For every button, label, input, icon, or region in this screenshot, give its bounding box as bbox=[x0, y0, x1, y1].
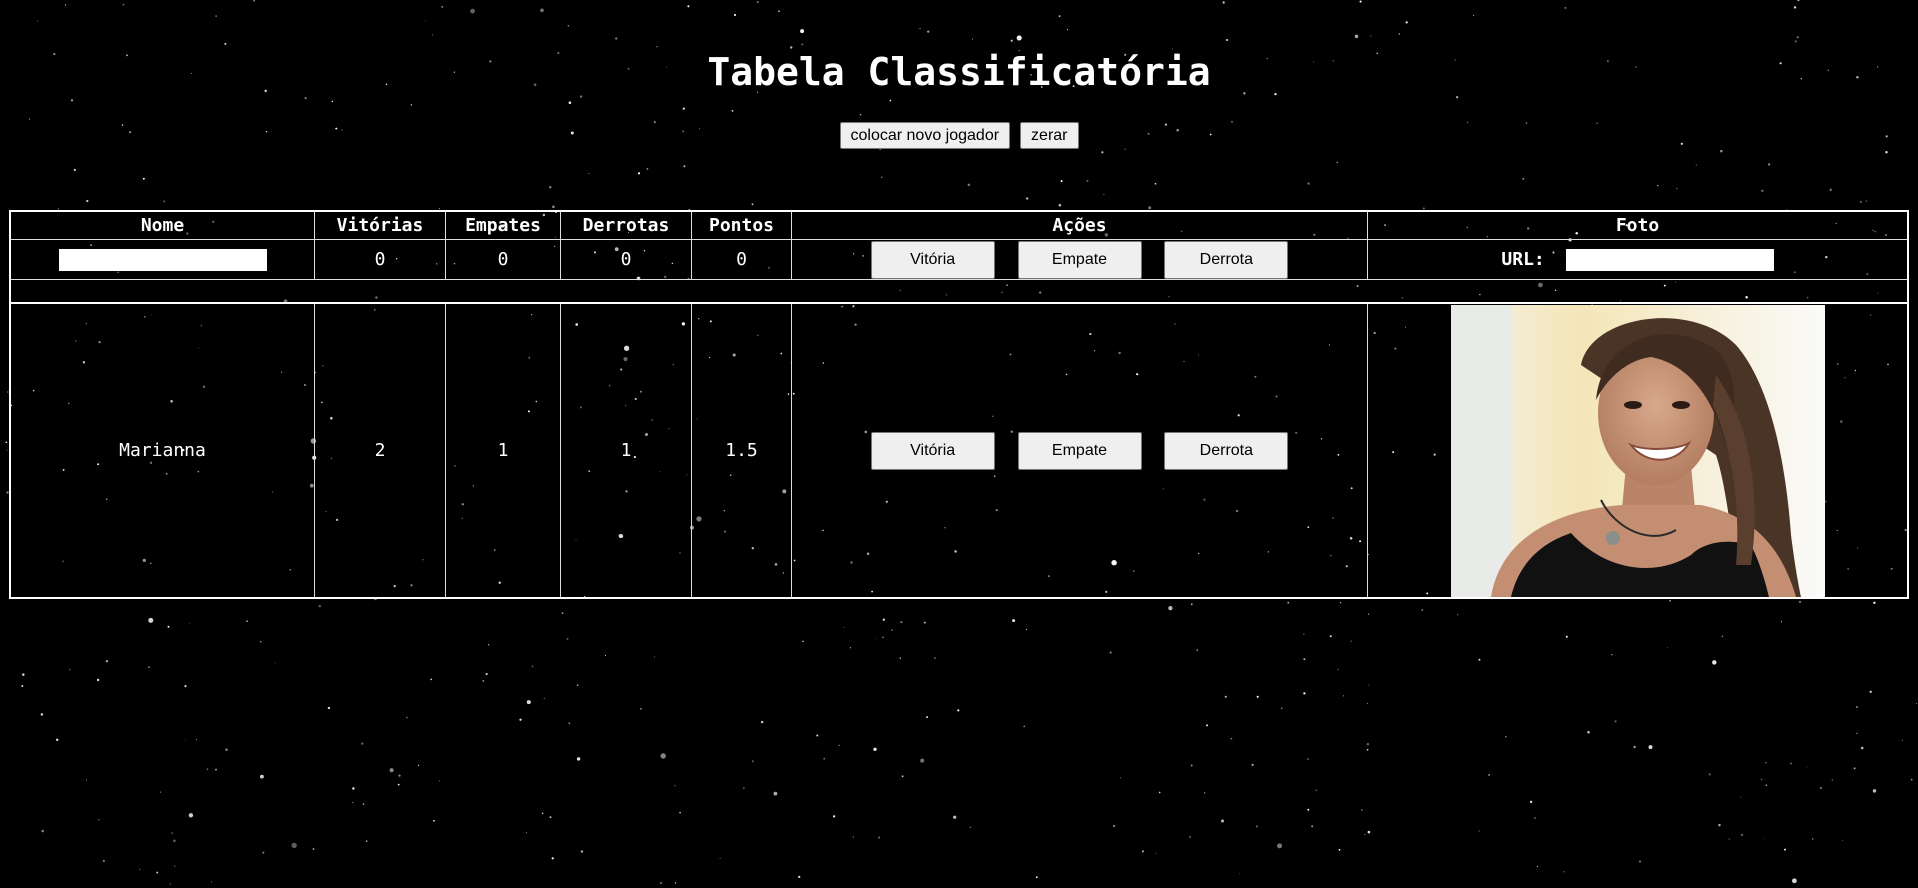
page: Tabela Classificatória colocar novo joga… bbox=[0, 0, 1918, 888]
player-draws: 1 bbox=[445, 304, 560, 597]
new-player-name-cell bbox=[11, 240, 314, 280]
new-player-win-button[interactable]: Vitória bbox=[870, 240, 995, 279]
new-player-wins: 0 bbox=[314, 240, 445, 280]
player-loss-button[interactable]: Derrota bbox=[1164, 431, 1289, 470]
player-actions: Vitória Empate Derrota bbox=[791, 304, 1367, 597]
header-empates: Empates bbox=[445, 212, 560, 240]
standings-table: Nome Vitórias Empates Derrotas Pontos Aç… bbox=[9, 210, 1909, 599]
new-player-points: 0 bbox=[691, 240, 791, 280]
player-name: Marianna bbox=[119, 440, 206, 461]
new-player-actions: Vitória Empate Derrota bbox=[791, 240, 1367, 280]
top-actions: colocar novo jogador zerar bbox=[0, 122, 1918, 149]
header-row: Nome Vitórias Empates Derrotas Pontos Aç… bbox=[11, 212, 1907, 240]
player-wins: 2 bbox=[314, 304, 445, 597]
player-photo-cell bbox=[1367, 304, 1907, 597]
player-draw-button[interactable]: Empate bbox=[1017, 431, 1142, 470]
new-player-name-input[interactable] bbox=[58, 248, 267, 271]
new-player-draw-button[interactable]: Empate bbox=[1017, 240, 1142, 279]
header-pontos: Pontos bbox=[691, 212, 791, 240]
new-player-losses: 0 bbox=[560, 240, 691, 280]
header-acoes: Ações bbox=[791, 212, 1367, 240]
add-player-button[interactable]: colocar novo jogador bbox=[839, 122, 1011, 149]
photo-url-input[interactable] bbox=[1565, 248, 1774, 271]
new-player-draws: 0 bbox=[445, 240, 560, 280]
header-foto: Foto bbox=[1367, 212, 1907, 240]
player-row: Marianna 2 1 1 1.5 Vitória Empate Derrot… bbox=[11, 304, 1907, 597]
new-player-row: 0 0 0 0 Vitória Empate Derrota URL: bbox=[11, 240, 1907, 280]
page-title: Tabela Classificatória bbox=[707, 50, 1211, 94]
url-label: URL: bbox=[1501, 249, 1545, 270]
new-player-photo-cell: URL: bbox=[1367, 240, 1907, 280]
player-photo bbox=[1450, 304, 1825, 597]
player-points: 1.5 bbox=[691, 304, 791, 597]
new-player-loss-button[interactable]: Derrota bbox=[1164, 240, 1289, 279]
player-losses: 1 bbox=[560, 304, 691, 597]
header-derrotas: Derrotas bbox=[560, 212, 691, 240]
reset-button[interactable]: zerar bbox=[1020, 122, 1079, 149]
spacer-row bbox=[11, 280, 1907, 304]
header-vitorias: Vitórias bbox=[314, 212, 445, 240]
player-win-button[interactable]: Vitória bbox=[870, 431, 995, 470]
header-nome: Nome bbox=[11, 212, 314, 240]
